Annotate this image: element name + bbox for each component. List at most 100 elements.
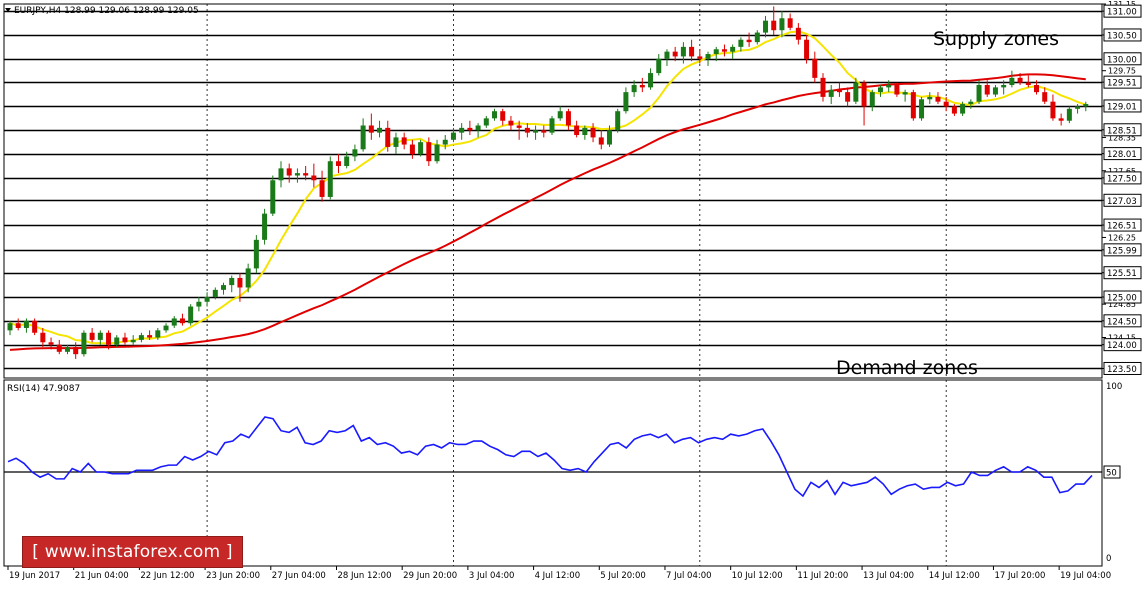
candle-body — [582, 127, 588, 136]
level-label: 126.51 — [1107, 222, 1137, 232]
y-tick-label: 126.25 — [1108, 233, 1136, 242]
candle-body — [730, 46, 736, 52]
grid-layer — [206, 4, 947, 566]
candle-body — [648, 73, 654, 88]
rsi-y-tick-label: 50 — [1106, 469, 1117, 479]
candle-body — [229, 277, 235, 286]
candle-body — [820, 77, 826, 97]
candle-body — [278, 168, 284, 181]
candle-body — [377, 127, 383, 133]
candle-body — [697, 56, 703, 59]
candle-body — [442, 139, 448, 145]
candle-body — [845, 92, 851, 102]
candle-body — [639, 84, 645, 88]
x-tick-label: 19 Jul 04:00 — [1060, 571, 1111, 581]
candle-body — [738, 39, 744, 47]
candle-body — [631, 84, 637, 93]
candle-body — [549, 118, 555, 133]
candle-body — [459, 127, 465, 133]
candle-body — [204, 297, 210, 302]
candle-body — [32, 320, 38, 333]
x-tick-label: 11 Jul 20:00 — [797, 571, 848, 581]
watermark-badge: [ www.instaforex.com ] — [22, 536, 243, 568]
x-tick-label: 5 Jul 20:00 — [600, 571, 646, 581]
candle-body — [910, 92, 916, 119]
candle-body — [188, 306, 194, 324]
candle-body — [894, 84, 900, 95]
level-label: 131.00 — [1107, 8, 1137, 18]
candle-body — [48, 342, 54, 345]
level-label: 130.50 — [1107, 31, 1137, 41]
candle-body — [795, 27, 801, 40]
rsi-layer — [4, 416, 1102, 498]
chart-svg: 131.15129.75128.35127.65126.25124.85124.… — [3, 0, 1142, 581]
candle-body — [779, 18, 785, 31]
ma-slow-line — [9, 73, 1086, 351]
candle-body — [1075, 106, 1081, 109]
candle-body — [89, 332, 95, 340]
candle-body — [492, 111, 498, 119]
x-tick-label: 27 Jun 04:00 — [272, 571, 326, 581]
candle-body — [179, 318, 185, 324]
candle-body — [23, 320, 29, 328]
level-label: 124.50 — [1107, 317, 1137, 327]
candle-body — [754, 32, 760, 43]
x-tick-label: 4 Jul 12:00 — [535, 571, 581, 581]
candle-body — [951, 106, 957, 114]
level-label: 130.00 — [1107, 55, 1137, 65]
candle-body — [992, 87, 998, 95]
candle-body — [467, 127, 473, 131]
candle-body — [1001, 84, 1007, 88]
candle-body — [804, 39, 810, 59]
candle-body — [81, 332, 87, 355]
candle-body — [450, 132, 456, 140]
candle-body — [409, 144, 415, 155]
candle-body — [886, 84, 892, 88]
x-tick-label: 3 Jul 04:00 — [469, 571, 515, 581]
candle-body — [853, 82, 859, 102]
rsi-y-tick-label: 0 — [1106, 554, 1111, 564]
candle-body — [968, 101, 974, 105]
candle-body — [524, 127, 530, 133]
x-tick-label: 7 Jul 04:00 — [666, 571, 712, 581]
y-tick-label: 129.75 — [1108, 67, 1136, 76]
x-tick-label: 29 Jun 20:00 — [403, 571, 457, 581]
candle-body — [1025, 82, 1031, 85]
x-tick-label: 21 Jun 04:00 — [75, 571, 129, 581]
candle-body — [1050, 101, 1056, 119]
candle-body — [590, 127, 596, 138]
candle-body — [262, 213, 268, 240]
candle-body — [130, 339, 136, 343]
candle-body — [565, 111, 571, 126]
candle-body — [56, 344, 62, 352]
candle-body — [106, 332, 112, 345]
x-tick-label: 28 Jun 12:00 — [337, 571, 391, 581]
x-tick-label: 19 Jun 2017 — [9, 571, 60, 581]
candle-body — [828, 89, 834, 97]
candle-body — [1083, 104, 1089, 107]
candle-body — [541, 130, 547, 133]
candle-body — [294, 173, 300, 176]
candle-body — [943, 101, 949, 107]
rsi-line — [7, 416, 1093, 498]
candle-body — [1017, 77, 1023, 83]
candle-body — [763, 20, 769, 33]
candle-body — [147, 335, 153, 338]
candle-body — [721, 49, 727, 52]
x-tick-label: 23 Jun 20:00 — [206, 571, 260, 581]
candle-body — [418, 142, 424, 155]
candle-body — [138, 335, 144, 340]
candle-body — [426, 142, 432, 162]
axes-layer: 131.15129.75128.35127.65126.25124.85124.… — [3, 0, 1142, 581]
candle-body — [64, 347, 70, 352]
x-tick-label: 22 Jun 12:00 — [140, 571, 194, 581]
candle-body — [245, 268, 251, 288]
level-label: 127.03 — [1107, 197, 1137, 207]
candle-body — [861, 82, 867, 107]
candle-body — [360, 125, 366, 150]
candle-body — [344, 156, 350, 166]
level-label: 128.51 — [1107, 126, 1137, 136]
chart-root: 131.15 129.75 128.35 127.65 126.25 124.85 124.… — [0, 0, 1143, 585]
candle-body — [984, 84, 990, 95]
candle-body — [574, 125, 580, 136]
